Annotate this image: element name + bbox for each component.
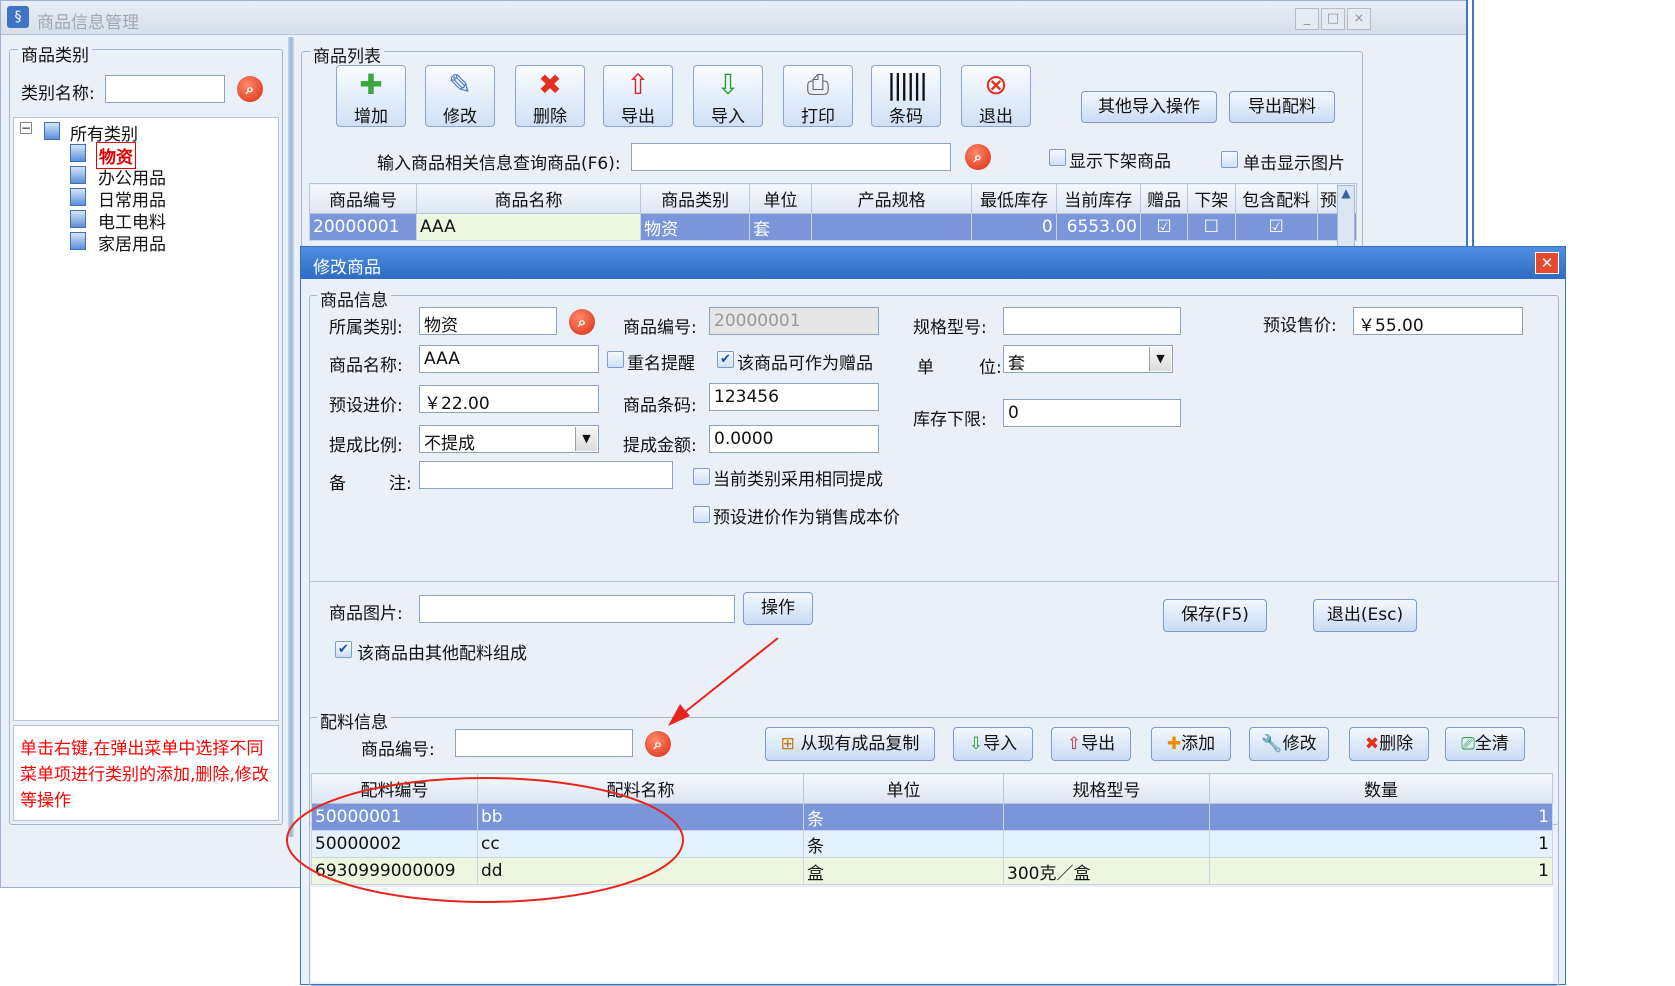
annotation-arrow-head bbox=[668, 704, 690, 726]
annotation-layer bbox=[286, 637, 779, 903]
annotation-arrow-line bbox=[679, 637, 779, 717]
annotation-ellipse bbox=[286, 777, 684, 903]
